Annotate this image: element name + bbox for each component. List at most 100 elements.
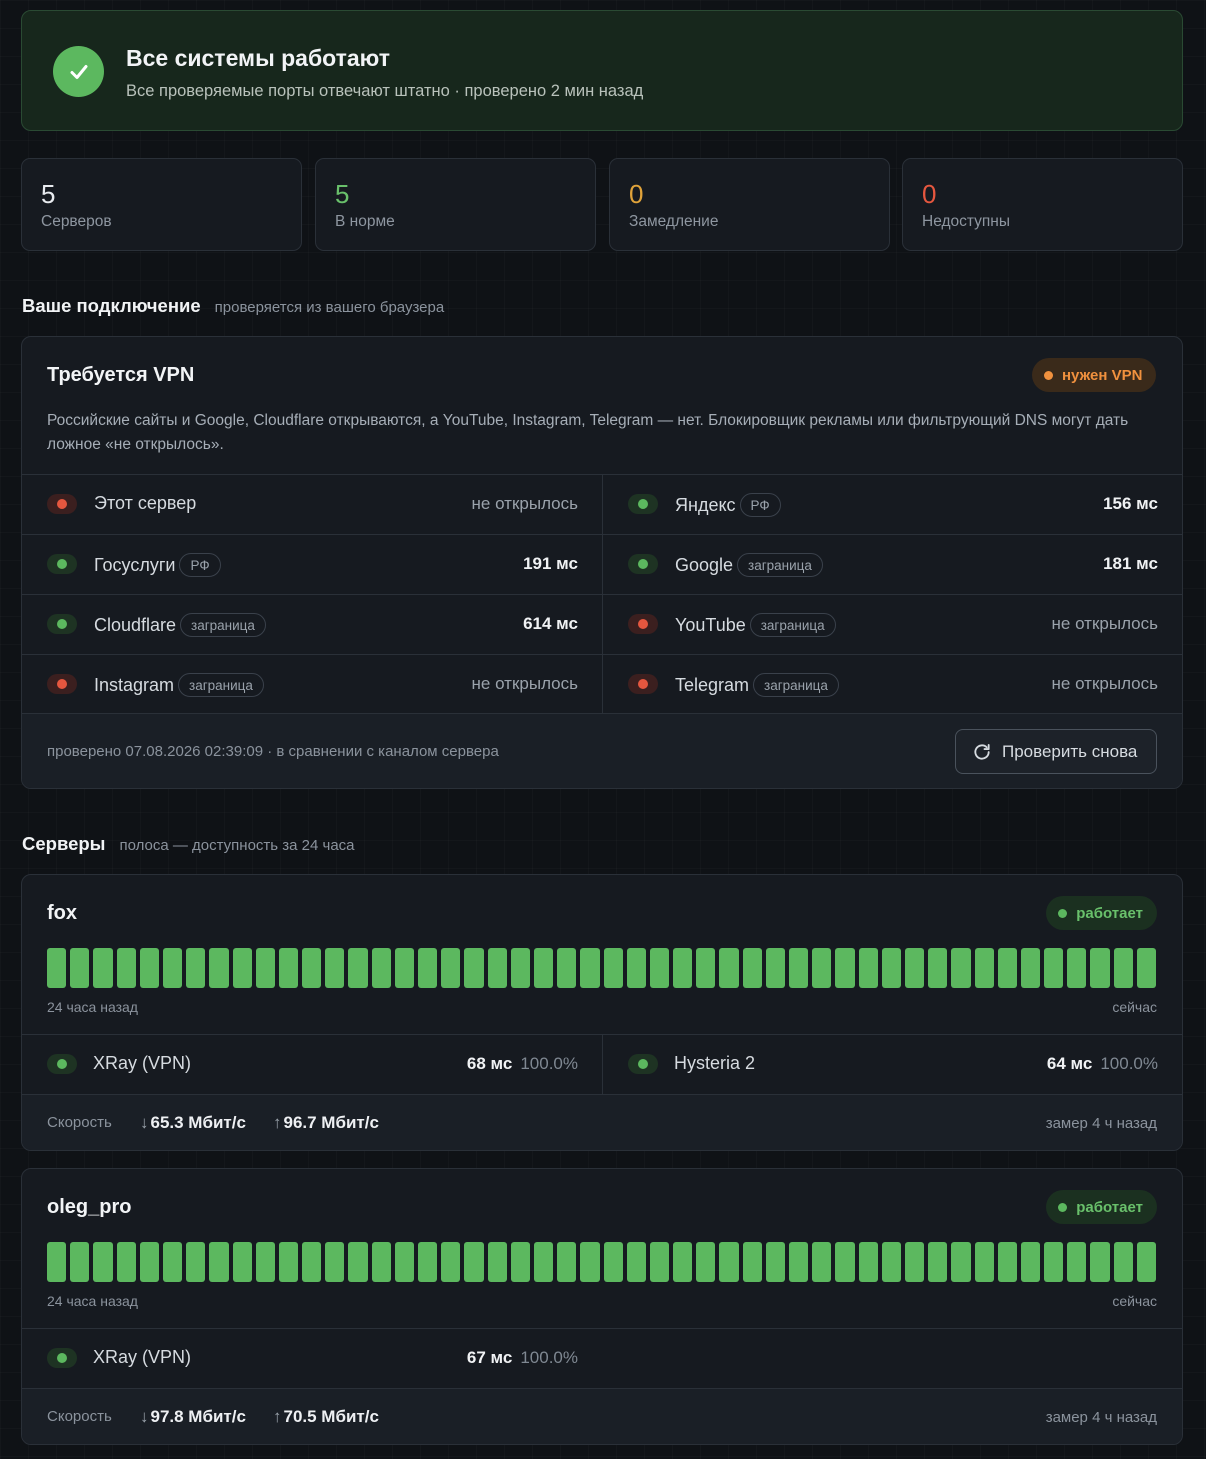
uptime-segment[interactable] <box>533 948 554 988</box>
uptime-segment[interactable] <box>580 948 600 988</box>
uptime-segment[interactable] <box>812 948 832 988</box>
uptime-segment[interactable] <box>371 1242 391 1282</box>
uptime-segment[interactable] <box>255 948 275 988</box>
uptime-segment[interactable] <box>209 948 229 988</box>
uptime-segment[interactable] <box>116 948 136 988</box>
uptime-segment[interactable] <box>557 948 577 988</box>
uptime-segment[interactable] <box>928 1242 948 1282</box>
uptime-segment[interactable] <box>765 1242 785 1282</box>
uptime-segment[interactable] <box>649 948 670 988</box>
uptime-segment[interactable] <box>742 1242 762 1282</box>
uptime-segment[interactable] <box>1044 1242 1064 1282</box>
uptime-segment[interactable] <box>626 1242 646 1282</box>
uptime-segment[interactable] <box>116 1242 136 1282</box>
uptime-segment[interactable] <box>348 948 368 988</box>
uptime-segment[interactable] <box>974 1242 994 1282</box>
uptime-segment[interactable] <box>1090 1242 1110 1282</box>
uptime-segment[interactable] <box>186 1242 206 1282</box>
uptime-segment[interactable] <box>232 1242 252 1282</box>
uptime-segment[interactable] <box>278 1242 299 1282</box>
uptime-segment[interactable] <box>441 948 461 988</box>
uptime-segment[interactable] <box>1136 948 1156 988</box>
uptime-segment[interactable] <box>649 1242 670 1282</box>
status-dot <box>47 494 77 514</box>
uptime-segment[interactable] <box>186 948 206 988</box>
uptime-segment[interactable] <box>1090 948 1110 988</box>
uptime-segment[interactable] <box>951 948 971 988</box>
uptime-segment[interactable] <box>626 948 646 988</box>
uptime-segment[interactable] <box>70 1242 90 1282</box>
uptime-segment[interactable] <box>255 1242 275 1282</box>
uptime-segment[interactable] <box>1020 1242 1041 1282</box>
uptime-segment[interactable] <box>325 948 345 988</box>
uptime-segment[interactable] <box>162 948 183 988</box>
uptime-segment[interactable] <box>232 948 252 988</box>
uptime-segment[interactable] <box>673 1242 693 1282</box>
uptime-segment[interactable] <box>835 1242 855 1282</box>
uptime-segment[interactable] <box>719 1242 739 1282</box>
uptime-segment[interactable] <box>603 948 623 988</box>
uptime-segment[interactable] <box>487 948 507 988</box>
uptime-segment[interactable] <box>302 1242 322 1282</box>
uptime-segment[interactable] <box>696 948 716 988</box>
arrow-down-icon: ↓ <box>140 1407 149 1426</box>
uptime-segment[interactable] <box>209 1242 229 1282</box>
uptime-segment[interactable] <box>603 1242 623 1282</box>
uptime-segment[interactable] <box>441 1242 461 1282</box>
uptime-segment[interactable] <box>1113 948 1133 988</box>
uptime-segment[interactable] <box>487 1242 507 1282</box>
uptime-segment[interactable] <box>951 1242 971 1282</box>
uptime-segment[interactable] <box>928 948 948 988</box>
uptime-segment[interactable] <box>742 948 762 988</box>
uptime-segment[interactable] <box>464 1242 484 1282</box>
uptime-segment[interactable] <box>812 1242 832 1282</box>
uptime-segment[interactable] <box>881 948 901 988</box>
region-tag: заграница <box>753 673 839 697</box>
uptime-segment[interactable] <box>93 948 113 988</box>
uptime-segment[interactable] <box>1136 1242 1156 1282</box>
uptime-segment[interactable] <box>1044 948 1064 988</box>
uptime-segment[interactable] <box>510 1242 530 1282</box>
uptime-segment[interactable] <box>162 1242 183 1282</box>
uptime-segment[interactable] <box>997 1242 1017 1282</box>
uptime-segment[interactable] <box>858 1242 878 1282</box>
uptime-segment[interactable] <box>533 1242 554 1282</box>
uptime-segment[interactable] <box>1067 948 1087 988</box>
uptime-segment[interactable] <box>394 948 414 988</box>
uptime-segment[interactable] <box>881 1242 901 1282</box>
uptime-segment[interactable] <box>789 948 809 988</box>
uptime-segment[interactable] <box>997 948 1017 988</box>
uptime-segment[interactable] <box>70 948 90 988</box>
uptime-segment[interactable] <box>696 1242 716 1282</box>
uptime-segment[interactable] <box>418 1242 438 1282</box>
uptime-segment[interactable] <box>302 948 322 988</box>
uptime-segment[interactable] <box>47 1242 67 1282</box>
uptime-segment[interactable] <box>371 948 391 988</box>
uptime-segment[interactable] <box>765 948 785 988</box>
uptime-segment[interactable] <box>580 1242 600 1282</box>
uptime-segment[interactable] <box>139 1242 159 1282</box>
uptime-segment[interactable] <box>47 948 67 988</box>
uptime-segment[interactable] <box>719 948 739 988</box>
uptime-segment[interactable] <box>904 948 925 988</box>
uptime-segment[interactable] <box>464 948 484 988</box>
uptime-segment[interactable] <box>858 948 878 988</box>
uptime-segment[interactable] <box>278 948 299 988</box>
uptime-segment[interactable] <box>510 948 530 988</box>
uptime-segment[interactable] <box>1020 948 1041 988</box>
uptime-segment[interactable] <box>1113 1242 1133 1282</box>
uptime-segment[interactable] <box>325 1242 345 1282</box>
uptime-segment[interactable] <box>974 948 994 988</box>
uptime-segment[interactable] <box>348 1242 368 1282</box>
uptime-segment[interactable] <box>93 1242 113 1282</box>
uptime-segment[interactable] <box>1067 1242 1087 1282</box>
recheck-button[interactable]: Проверить снова <box>955 729 1157 774</box>
uptime-segment[interactable] <box>418 948 438 988</box>
uptime-segment[interactable] <box>904 1242 925 1282</box>
uptime-segment[interactable] <box>139 948 159 988</box>
uptime-segment[interactable] <box>394 1242 414 1282</box>
uptime-segment[interactable] <box>673 948 693 988</box>
uptime-segment[interactable] <box>835 948 855 988</box>
uptime-segment[interactable] <box>789 1242 809 1282</box>
uptime-segment[interactable] <box>557 1242 577 1282</box>
